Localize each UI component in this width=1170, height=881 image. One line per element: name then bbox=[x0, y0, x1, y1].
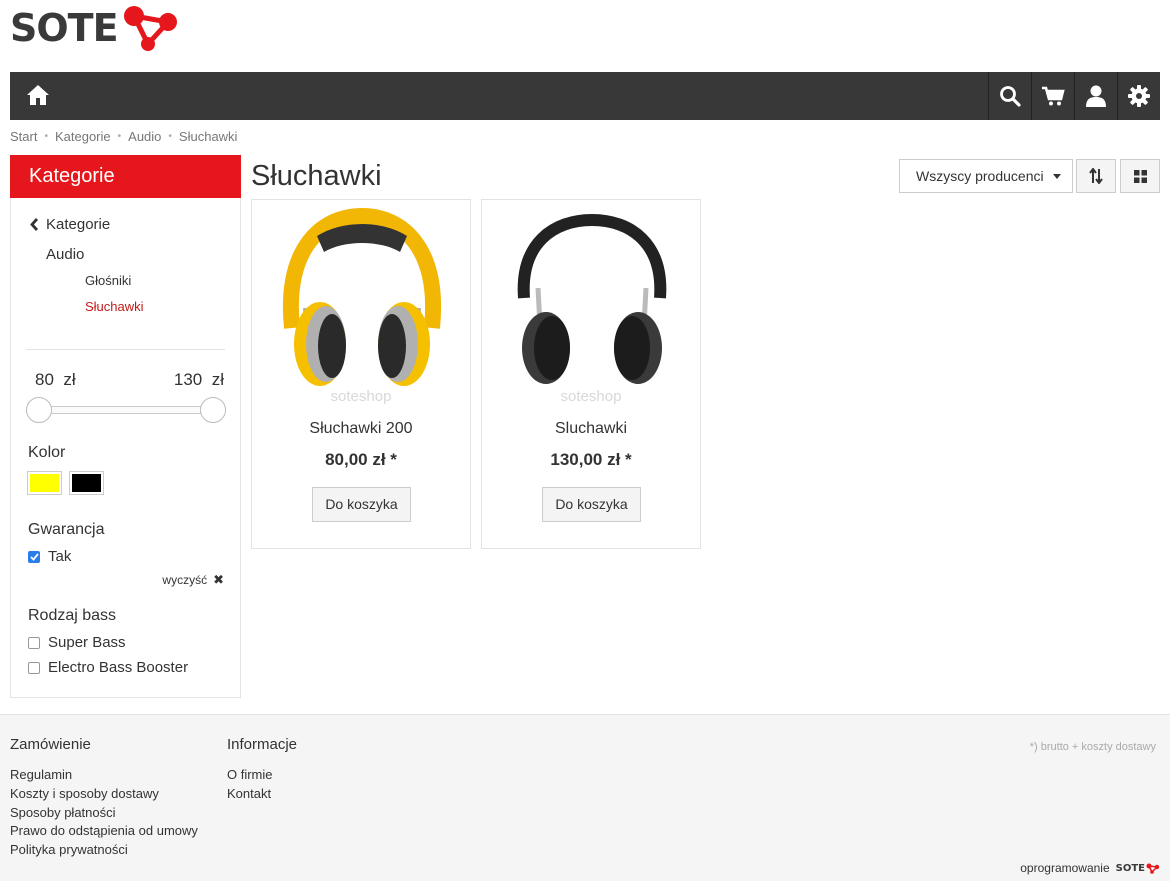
footer-info-title: Informacje bbox=[227, 736, 298, 753]
breadcrumb-start[interactable]: Start bbox=[10, 129, 37, 144]
subcategory-glosniki[interactable]: Głośniki bbox=[85, 273, 131, 288]
grid-view-button[interactable] bbox=[1120, 159, 1160, 193]
checkbox[interactable] bbox=[28, 661, 40, 674]
category-back-link[interactable]: Kategorie bbox=[30, 216, 110, 233]
product-price: 80,00 zł * bbox=[325, 450, 397, 469]
home-icon[interactable] bbox=[26, 84, 54, 108]
price-max-label: 130 zł bbox=[173, 370, 224, 389]
add-to-cart-button[interactable]: Do koszyka bbox=[542, 487, 641, 522]
close-icon: ✖ bbox=[213, 572, 224, 587]
gear-icon[interactable] bbox=[1117, 72, 1160, 120]
product-card[interactable]: soteshop Sluchawki 130,00 zł * Do koszyk… bbox=[481, 199, 701, 549]
logo-text: SOTE bbox=[10, 6, 119, 50]
footer-link-withdrawal[interactable]: Prawo do odstąpienia od umowy bbox=[10, 822, 198, 841]
color-swatch-black[interactable] bbox=[69, 471, 104, 495]
footer-link-payments[interactable]: Sposoby płatności bbox=[10, 804, 198, 823]
sidebar-title: Kategorie bbox=[10, 155, 241, 198]
price-slider-max-handle[interactable] bbox=[200, 397, 226, 423]
product-watermark: soteshop bbox=[330, 388, 392, 405]
breadcrumb-separator: • bbox=[117, 131, 122, 142]
color-filter-title: Kolor bbox=[28, 444, 66, 461]
grid-icon bbox=[1133, 169, 1147, 183]
producer-select[interactable]: Wszyscy producenci bbox=[899, 159, 1073, 193]
price-slider-min-handle[interactable] bbox=[26, 397, 52, 423]
clear-filter-label: wyczyść bbox=[162, 573, 208, 587]
footer-credits-label: oprogramowanie bbox=[1020, 861, 1110, 875]
checkbox[interactable] bbox=[28, 636, 40, 649]
footer-credits[interactable]: oprogramowanie SOTE bbox=[1020, 861, 1160, 875]
footer-order-column: Zamówienie Regulamin Koszty i sposoby do… bbox=[10, 736, 198, 860]
product-name[interactable]: Słuchawki 200 bbox=[252, 420, 470, 438]
bass-checkbox-super[interactable]: Super Bass bbox=[28, 634, 126, 651]
bass-checkbox-electro[interactable]: Electro Bass Booster bbox=[28, 659, 188, 676]
search-icon[interactable] bbox=[988, 72, 1031, 120]
subcategory-sluchawki[interactable]: Słuchawki bbox=[85, 299, 144, 314]
sort-icon bbox=[1089, 168, 1103, 184]
logo-molecule-icon bbox=[123, 6, 177, 51]
breadcrumb-audio[interactable]: Audio bbox=[128, 129, 161, 144]
breadcrumb-kategorie[interactable]: Kategorie bbox=[55, 129, 111, 144]
user-icon[interactable] bbox=[1074, 72, 1117, 120]
bass-filter-title: Rodzaj bass bbox=[28, 607, 117, 624]
footer-price-note: *) brutto + koszty dostawy bbox=[1029, 741, 1156, 753]
product-price: 130,00 zł * bbox=[550, 450, 632, 469]
checkbox-label: Electro Bass Booster bbox=[48, 659, 189, 676]
cart-icon[interactable] bbox=[1031, 72, 1074, 120]
footer-link-about[interactable]: O firmie bbox=[227, 766, 297, 785]
footer-link-delivery[interactable]: Koszty i sposoby dostawy bbox=[10, 785, 198, 804]
breadcrumb-separator: • bbox=[168, 131, 172, 142]
price-slider-track[interactable] bbox=[39, 406, 215, 414]
chevron-left-icon bbox=[30, 218, 39, 231]
footer-link-contact[interactable]: Kontakt bbox=[227, 785, 297, 804]
breadcrumb-separator: • bbox=[44, 131, 48, 142]
product-watermark: soteshop bbox=[560, 388, 622, 405]
logo-molecule-icon bbox=[1146, 863, 1160, 874]
footer-link-privacy[interactable]: Polityka prywatności bbox=[10, 841, 198, 860]
sort-button[interactable] bbox=[1076, 159, 1116, 193]
sidebar-filters: Kategorie Kategorie Audio Głośniki Słuch… bbox=[10, 155, 241, 698]
page-title: Słuchawki bbox=[251, 160, 382, 192]
footer-order-title: Zamówienie bbox=[10, 736, 91, 753]
product-image-black-headphones[interactable] bbox=[502, 208, 682, 408]
footer-info-column: Informacje O firmie Kontakt bbox=[227, 736, 297, 804]
breadcrumb: Start • Kategorie • Audio • Słuchawki bbox=[10, 129, 237, 144]
main-navbar bbox=[10, 72, 1160, 120]
add-to-cart-button[interactable]: Do koszyka bbox=[312, 487, 411, 522]
category-audio[interactable]: Audio bbox=[46, 246, 84, 263]
footer-link-regulamin[interactable]: Regulamin bbox=[10, 766, 198, 785]
footer-mini-logo: SOTE bbox=[1116, 863, 1160, 874]
product-card[interactable]: soteshop Słuchawki 200 80,00 zł * Do kos… bbox=[251, 199, 471, 549]
product-image-yellow-headphones[interactable] bbox=[272, 208, 452, 408]
checkbox-label: Super Bass bbox=[48, 634, 126, 651]
caret-down-icon bbox=[1053, 174, 1061, 179]
category-back-label: Kategorie bbox=[46, 216, 111, 233]
clear-filter-link[interactable]: wyczyść ✖ bbox=[162, 572, 224, 588]
producer-select-value: Wszyscy producenci bbox=[916, 168, 1044, 184]
checkbox-checked[interactable] bbox=[28, 550, 40, 563]
price-min-label: 80 zł bbox=[35, 370, 76, 389]
guarantee-checkbox-tak[interactable]: Tak bbox=[28, 548, 71, 565]
site-logo[interactable]: SOTE bbox=[10, 2, 182, 54]
footer-mini-logo-text: SOTE bbox=[1115, 862, 1145, 874]
divider bbox=[26, 349, 225, 350]
footer: Zamówienie Regulamin Koszty i sposoby do… bbox=[0, 714, 1170, 881]
breadcrumb-current: Słuchawki bbox=[178, 129, 238, 144]
color-swatch-yellow[interactable] bbox=[27, 471, 62, 495]
product-name[interactable]: Sluchawki bbox=[482, 420, 700, 438]
guarantee-filter-title: Gwarancja bbox=[28, 521, 105, 538]
checkbox-label: Tak bbox=[48, 548, 72, 565]
